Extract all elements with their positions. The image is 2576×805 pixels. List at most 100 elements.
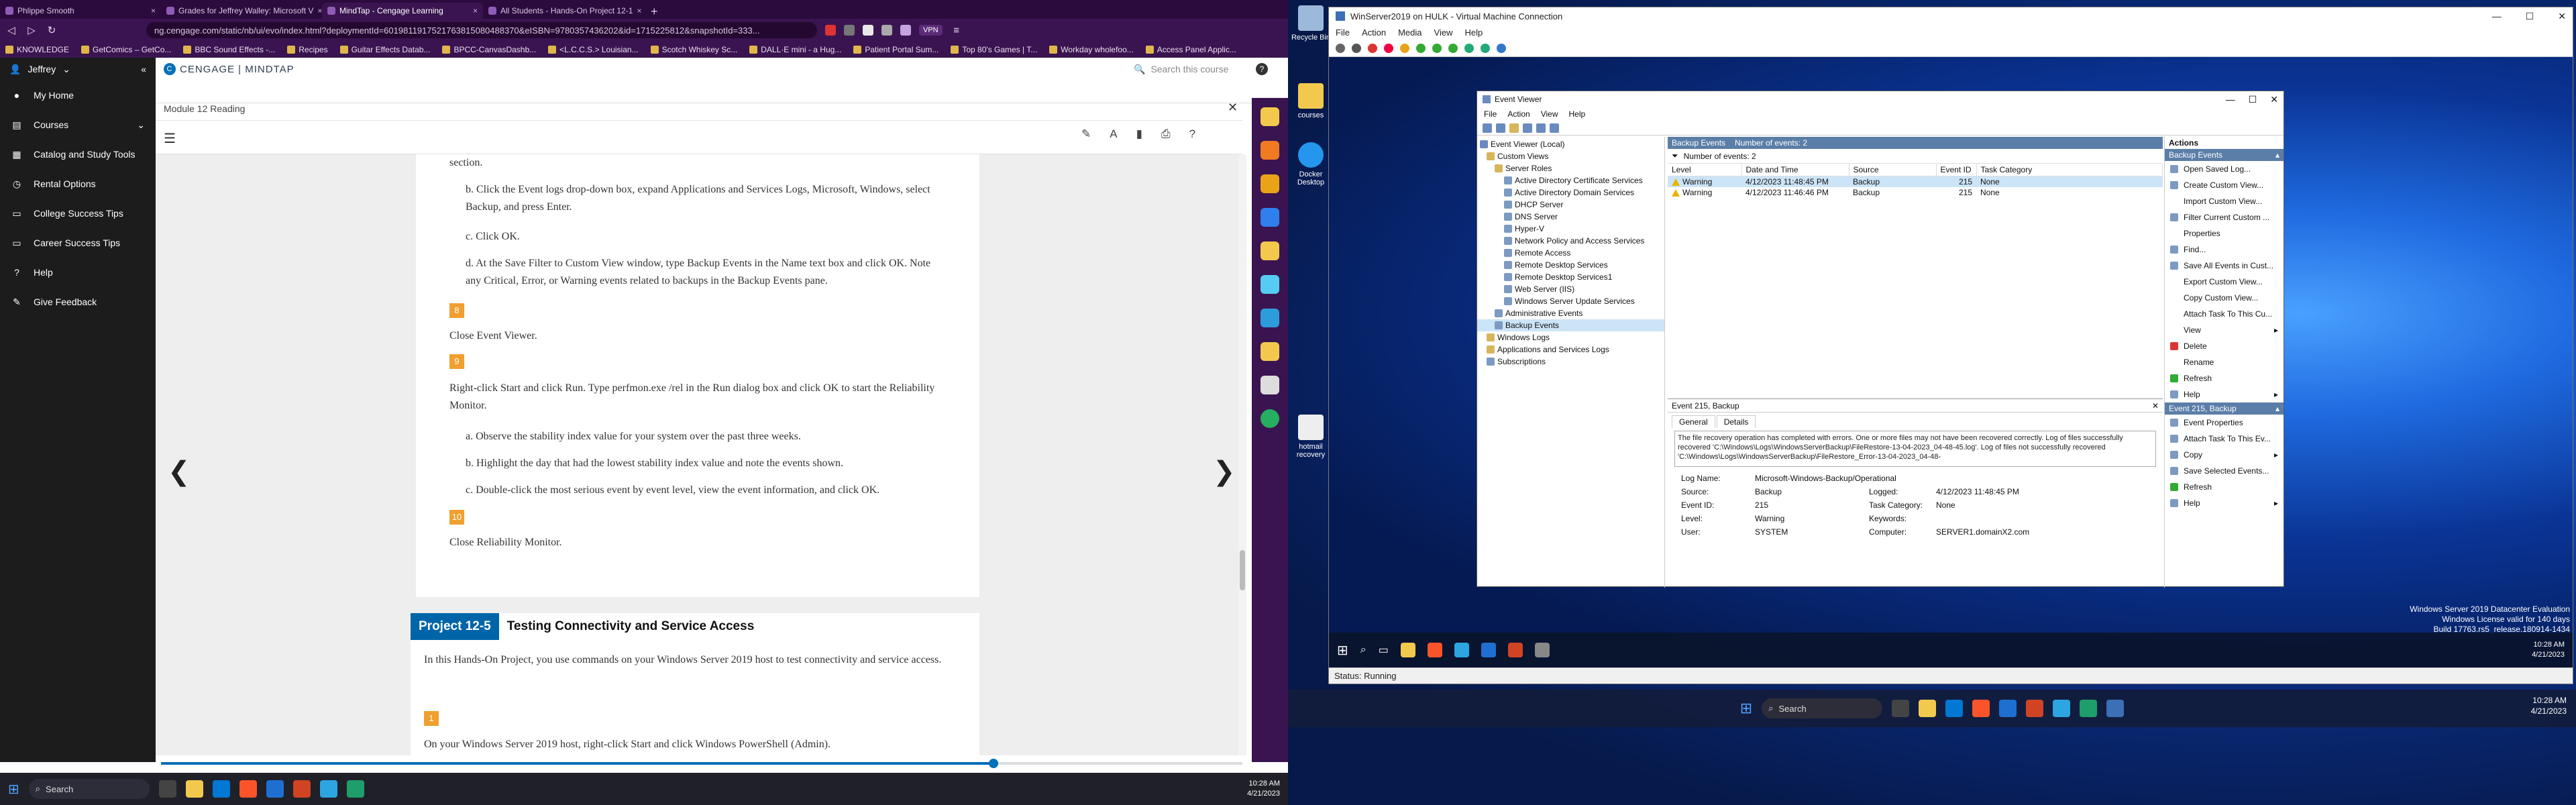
tree-item[interactable]: Active Directory Certificate Services bbox=[1477, 174, 1664, 186]
vpn-badge[interactable]: VPN bbox=[919, 25, 943, 36]
host-clock[interactable]: 10:28 AM 4/21/2023 bbox=[2531, 695, 2567, 716]
action-item[interactable]: Attach Task To This Ev... bbox=[2165, 431, 2284, 447]
reload-icon[interactable]: ↻ bbox=[46, 24, 58, 36]
event-viewer-taskbar-icon[interactable] bbox=[1534, 643, 1550, 657]
bookmark[interactable]: KNOWLEDGE bbox=[5, 45, 69, 54]
app-icon[interactable] bbox=[346, 780, 364, 798]
extension-icon[interactable] bbox=[1260, 275, 1279, 294]
cengage-logo[interactable]: C CENGAGE | MINDTAP bbox=[156, 58, 294, 80]
close-icon[interactable]: × bbox=[473, 6, 478, 15]
rss-icon[interactable] bbox=[1260, 141, 1279, 160]
user-menu[interactable]: 👤 Jeffrey ⌄ « bbox=[0, 58, 156, 80]
task-view-icon[interactable] bbox=[158, 780, 176, 798]
tree-item-selected[interactable]: Backup Events bbox=[1477, 319, 1664, 331]
recycle-bin[interactable]: Recycle Bin bbox=[1291, 5, 1331, 42]
back-icon[interactable]: ◁ bbox=[5, 24, 17, 36]
action-item[interactable]: Export Custom View... bbox=[2165, 274, 2284, 290]
tree-item[interactable]: Network Policy and Access Services bbox=[1477, 235, 1664, 247]
action-item[interactable]: Help ▸ bbox=[2165, 495, 2284, 511]
bookmark[interactable]: BBC Sound Effects -... bbox=[183, 45, 275, 54]
window-icon[interactable] bbox=[1260, 376, 1279, 394]
app-icon[interactable] bbox=[1507, 643, 1523, 657]
az-icon[interactable] bbox=[1260, 174, 1279, 193]
sidebar-item-my-home[interactable]: ● My Home bbox=[0, 80, 156, 110]
minimize-icon[interactable]: — bbox=[2492, 11, 2502, 22]
action-item[interactable]: Filter Current Custom ... bbox=[2165, 209, 2284, 225]
column-header[interactable]: Task Category bbox=[1976, 164, 2163, 176]
action-item[interactable]: Create Custom View... bbox=[2165, 177, 2284, 193]
browser-tab[interactable]: Grades for Jeffrey Walley: Microsoft V × bbox=[161, 3, 322, 19]
close-icon[interactable]: × bbox=[637, 6, 641, 15]
shutdown-icon[interactable] bbox=[1384, 43, 1393, 53]
save-icon[interactable] bbox=[1400, 43, 1409, 53]
highlight-icon[interactable]: ✎ bbox=[1081, 127, 1091, 141]
sidebar-item-rental[interactable]: ◷ Rental Options bbox=[0, 169, 156, 199]
file-explorer-icon[interactable] bbox=[185, 780, 203, 798]
start-icon[interactable] bbox=[1352, 43, 1361, 53]
office-icon[interactable] bbox=[2026, 700, 2044, 717]
actions-section-header[interactable]: Event 215, Backup ▴ bbox=[2165, 402, 2284, 415]
sidebar-item-college-tips[interactable]: ▭ College Success Tips bbox=[0, 199, 156, 228]
app-icon[interactable] bbox=[2080, 700, 2098, 717]
bookmark[interactable]: Workday wholefoo... bbox=[1049, 45, 1134, 54]
extension-icon[interactable] bbox=[881, 25, 892, 36]
browser-tab[interactable]: All Students - Hands-On Project 12-1 × bbox=[483, 3, 644, 19]
extension-icon[interactable] bbox=[844, 25, 855, 36]
menu-action[interactable]: Action bbox=[1362, 28, 1386, 38]
vertical-scrollbar[interactable] bbox=[1238, 154, 1246, 755]
minimize-icon[interactable]: — bbox=[2226, 94, 2235, 105]
close-icon[interactable]: ✕ bbox=[2558, 11, 2566, 22]
bookmark[interactable]: BPCC-CanvasDashb... bbox=[442, 45, 536, 54]
bookmark[interactable]: Scotch Whiskey Sc... bbox=[650, 45, 737, 54]
book-icon[interactable] bbox=[1260, 208, 1279, 227]
previous-page-icon[interactable]: ❮ bbox=[168, 456, 191, 487]
action-item[interactable]: Open Saved Log... bbox=[2165, 161, 2284, 177]
turn-off-icon[interactable] bbox=[1368, 43, 1377, 53]
outlook-icon[interactable] bbox=[1945, 700, 1964, 717]
tab-general[interactable]: General bbox=[1672, 415, 1715, 428]
help-icon[interactable] bbox=[1536, 123, 1546, 133]
column-header[interactable]: Level bbox=[1668, 164, 1742, 176]
scrollbar-thumb[interactable] bbox=[1240, 550, 1245, 590]
menu-media[interactable]: Media bbox=[1398, 28, 1421, 38]
reading-progress-bar[interactable] bbox=[161, 759, 1242, 768]
course-search[interactable]: 🔍 Search this course bbox=[1134, 58, 1228, 80]
tree-item[interactable]: Server Roles bbox=[1477, 162, 1664, 174]
action-item[interactable]: Properties bbox=[2165, 225, 2284, 241]
tree-item[interactable]: Remote Desktop Services1 bbox=[1477, 271, 1664, 283]
vm-clock[interactable]: 10:28 AM 4/21/2023 bbox=[2532, 640, 2565, 661]
event-description[interactable]: The file recovery operation has complete… bbox=[1674, 431, 2156, 467]
help-icon[interactable]: ? bbox=[1189, 127, 1195, 141]
column-header[interactable]: Event ID bbox=[1936, 164, 1977, 176]
menu-view[interactable]: View bbox=[1541, 109, 1558, 119]
revert-icon[interactable] bbox=[1481, 43, 1490, 53]
app-icon[interactable] bbox=[1481, 643, 1496, 657]
server-manager-icon[interactable] bbox=[1454, 643, 1469, 657]
progress-knob[interactable] bbox=[989, 759, 999, 768]
tree-item[interactable]: Windows Server Update Services bbox=[1477, 295, 1664, 307]
tree-item[interactable]: Remote Access bbox=[1477, 247, 1664, 259]
tree-item[interactable]: Web Server (IIS) bbox=[1477, 283, 1664, 295]
close-icon[interactable]: ✕ bbox=[2270, 94, 2278, 105]
resume-icon[interactable] bbox=[1432, 43, 1442, 53]
circle-icon[interactable] bbox=[1260, 409, 1279, 428]
close-icon[interactable]: ✕ bbox=[2152, 401, 2159, 411]
text-size-icon[interactable]: A bbox=[1110, 127, 1117, 141]
close-icon[interactable]: × bbox=[317, 6, 322, 15]
office-icon[interactable] bbox=[292, 780, 311, 798]
actions-section-header[interactable]: Backup Events ▴ bbox=[2165, 149, 2284, 161]
bookmark[interactable]: GetComics – GetCo... bbox=[81, 45, 171, 54]
tree-item[interactable]: Active Directory Domain Services bbox=[1477, 186, 1664, 199]
app-icon[interactable] bbox=[319, 780, 337, 798]
task-view-icon[interactable] bbox=[1892, 700, 1910, 717]
show-hide-icon[interactable] bbox=[1550, 123, 1559, 133]
bookmark[interactable]: Top 80's Games | T... bbox=[951, 45, 1037, 54]
pause-icon[interactable] bbox=[1416, 43, 1426, 53]
bookmark[interactable]: DALL·E mini - a Hug... bbox=[749, 45, 841, 54]
drive-icon[interactable] bbox=[1260, 342, 1279, 361]
tree-item[interactable]: Windows Logs bbox=[1477, 331, 1664, 343]
action-item[interactable]: Attach Task To This Cu... bbox=[2165, 306, 2284, 322]
back-icon[interactable] bbox=[1483, 123, 1492, 133]
sidebar-item-career-tips[interactable]: ▭ Career Success Tips bbox=[0, 228, 156, 258]
tree-item[interactable]: Subscriptions bbox=[1477, 356, 1664, 368]
